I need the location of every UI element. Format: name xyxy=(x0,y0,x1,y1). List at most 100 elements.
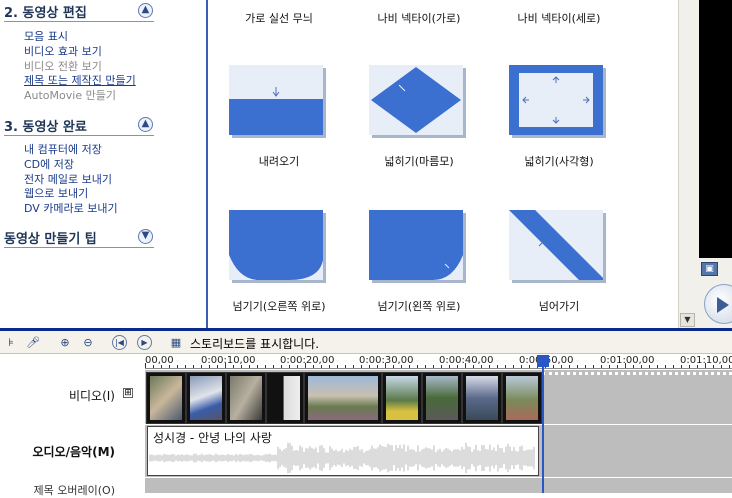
zoom-in-icon[interactable]: ⊕ xyxy=(57,335,73,350)
audio-clip[interactable]: 성시경 - 안녕 나의 사랑 xyxy=(147,426,539,476)
fullscreen-icon[interactable]: ▣ xyxy=(701,262,718,276)
ruler-tick xyxy=(385,363,386,368)
task-save-to-computer[interactable]: 내 컴퓨터에 저장 xyxy=(24,143,118,158)
ruler-tick xyxy=(257,365,258,368)
ruler-tick xyxy=(561,365,562,368)
ruler-tick xyxy=(641,365,642,368)
video-clip[interactable] xyxy=(382,372,422,424)
ruler-tick xyxy=(185,365,186,368)
video-clip[interactable] xyxy=(186,372,226,424)
ruler-tick xyxy=(393,365,394,368)
section-tips-header[interactable]: 동영상 만들기 팁 ▼ xyxy=(4,226,154,248)
video-clip[interactable] xyxy=(422,372,462,424)
gallery-scrollbar[interactable]: ▼ xyxy=(678,0,696,328)
ruler-tick xyxy=(321,365,322,368)
ruler-tick xyxy=(297,365,298,368)
page-flip-transition-icon[interactable] xyxy=(509,210,603,280)
narrate-timeline-icon[interactable]: 🎤︎ xyxy=(25,335,41,350)
collapse-up-icon[interactable]: ▲ xyxy=(138,117,153,132)
scroll-down-icon[interactable]: ▼ xyxy=(680,313,695,327)
ruler-tick xyxy=(489,365,490,368)
expand-down-icon[interactable]: ▼ xyxy=(138,229,153,244)
task-pane: 2. 동영상 편집 ▲ 모음 표시 비디오 효과 보기 비디오 전환 보기 제목… xyxy=(0,0,160,328)
storyboard-icon[interactable]: ▦ xyxy=(168,335,184,350)
task-send-web[interactable]: 웹으로 보내기 xyxy=(24,187,118,202)
ruler-tick xyxy=(169,365,170,368)
ruler-tick xyxy=(609,365,610,368)
video-track[interactable] xyxy=(145,370,732,424)
task-save-to-cd[interactable]: CD에 저장 xyxy=(24,158,118,173)
ruler-tick xyxy=(425,365,426,368)
empty-track-area[interactable] xyxy=(542,372,732,424)
collapse-up-icon[interactable]: ▲ xyxy=(138,3,153,18)
ruler-tick xyxy=(617,365,618,368)
preview-monitor: ▣ xyxy=(696,0,732,328)
ruler-tick xyxy=(457,365,458,368)
edit-movie-task-list: 모음 표시 비디오 효과 보기 비디오 전환 보기 제목 또는 제작진 만들기 … xyxy=(24,30,136,104)
ruler-tick xyxy=(233,365,234,368)
ruler-tick xyxy=(657,365,658,368)
task-show-collections[interactable]: 모음 표시 xyxy=(24,30,136,45)
diamond-expand-transition-icon[interactable] xyxy=(369,65,463,135)
playhead-handle[interactable] xyxy=(537,355,549,367)
task-send-dv-camera[interactable]: DV 카메라로 보내기 xyxy=(24,202,118,217)
section-edit-movie-header[interactable]: 2. 동영상 편집 ▲ xyxy=(4,0,154,22)
transitions-gallery: 가로 실선 무늬 나비 넥타이(가로) 나비 넥타이(세로) 내려오기 넓히기(… xyxy=(208,0,678,328)
ruler-tick xyxy=(649,365,650,368)
ruler-tick xyxy=(145,363,146,368)
ruler-tick xyxy=(625,363,626,368)
set-audio-levels-icon[interactable]: ⊧ xyxy=(3,335,19,350)
play-timeline-icon[interactable]: ▶ xyxy=(137,335,152,350)
ruler-tick xyxy=(553,365,554,368)
audio-track[interactable]: 성시경 - 안녕 나의 사랑 xyxy=(145,425,732,477)
title-overlay-track-label: 제목 오버레이(O) xyxy=(33,484,115,497)
task-make-automovie: AutoMovie 만들기 xyxy=(24,89,116,103)
video-clip[interactable] xyxy=(226,372,266,424)
section-finish-movie-header[interactable]: 3. 동영상 완료 ▲ xyxy=(4,114,154,136)
ruler-tick xyxy=(705,363,706,368)
wipe-down-transition-icon[interactable] xyxy=(229,65,323,135)
ruler-tick xyxy=(681,365,682,368)
ruler-tick xyxy=(505,365,506,368)
video-clip[interactable] xyxy=(304,372,382,424)
ruler-label: 0:00:30,00 xyxy=(359,355,414,366)
ruler-tick xyxy=(593,365,594,368)
rectangle-expand-transition-icon[interactable] xyxy=(509,65,603,135)
section-title: 2. 동영상 편집 xyxy=(4,6,87,21)
ruler-tick xyxy=(241,365,242,368)
zoom-out-icon[interactable]: ⊖ xyxy=(80,335,96,350)
ruler-tick xyxy=(209,365,210,368)
finish-movie-task-list: 내 컴퓨터에 저장 CD에 저장 전자 메일로 보내기 웹으로 보내기 DV 카… xyxy=(24,143,118,217)
ruler-tick xyxy=(417,365,418,368)
ruler-tick xyxy=(601,365,602,368)
ruler-tick xyxy=(713,365,714,368)
video-clip[interactable] xyxy=(502,372,542,424)
playhead[interactable] xyxy=(542,355,544,493)
rewind-icon[interactable]: |◀ xyxy=(112,335,127,350)
ruler-tick xyxy=(281,365,282,368)
task-send-email[interactable]: 전자 메일로 보내기 xyxy=(24,173,118,188)
ruler-tick xyxy=(633,365,634,368)
show-storyboard-button[interactable]: 스토리보드를 표시합니다. xyxy=(190,335,319,352)
page-curl-left-transition-icon[interactable] xyxy=(369,210,463,280)
expand-video-track-icon[interactable]: ⊞ xyxy=(123,388,133,398)
ruler-tick xyxy=(689,365,690,368)
video-clip[interactable] xyxy=(146,372,186,424)
task-view-video-effects[interactable]: 비디오 효과 보기 xyxy=(24,45,136,60)
ruler-tick xyxy=(465,363,466,368)
gallery-label: 넘기기(오른쪽 위로) xyxy=(232,300,326,313)
page-curl-right-transition-icon[interactable] xyxy=(229,210,323,280)
gallery-label-top-2: 나비 넥타이(가로) xyxy=(377,12,461,25)
play-icon[interactable] xyxy=(704,284,732,324)
ruler-tick xyxy=(369,365,370,368)
video-clip[interactable] xyxy=(266,372,304,424)
time-ruler[interactable]: 00,00 0:00:10,00 0:00:20,00 0:00:30,00 0… xyxy=(145,355,732,369)
ruler-tick xyxy=(401,365,402,368)
video-clip[interactable] xyxy=(462,372,502,424)
ruler-tick xyxy=(409,365,410,368)
task-make-titles-credits[interactable]: 제목 또는 제작진 만들기 xyxy=(24,74,136,89)
ruler-tick xyxy=(729,365,730,368)
gallery-label: 넘어가기 xyxy=(538,300,580,313)
title-overlay-track[interactable] xyxy=(145,478,732,493)
gallery-label-top-1: 가로 실선 무늬 xyxy=(245,12,313,25)
